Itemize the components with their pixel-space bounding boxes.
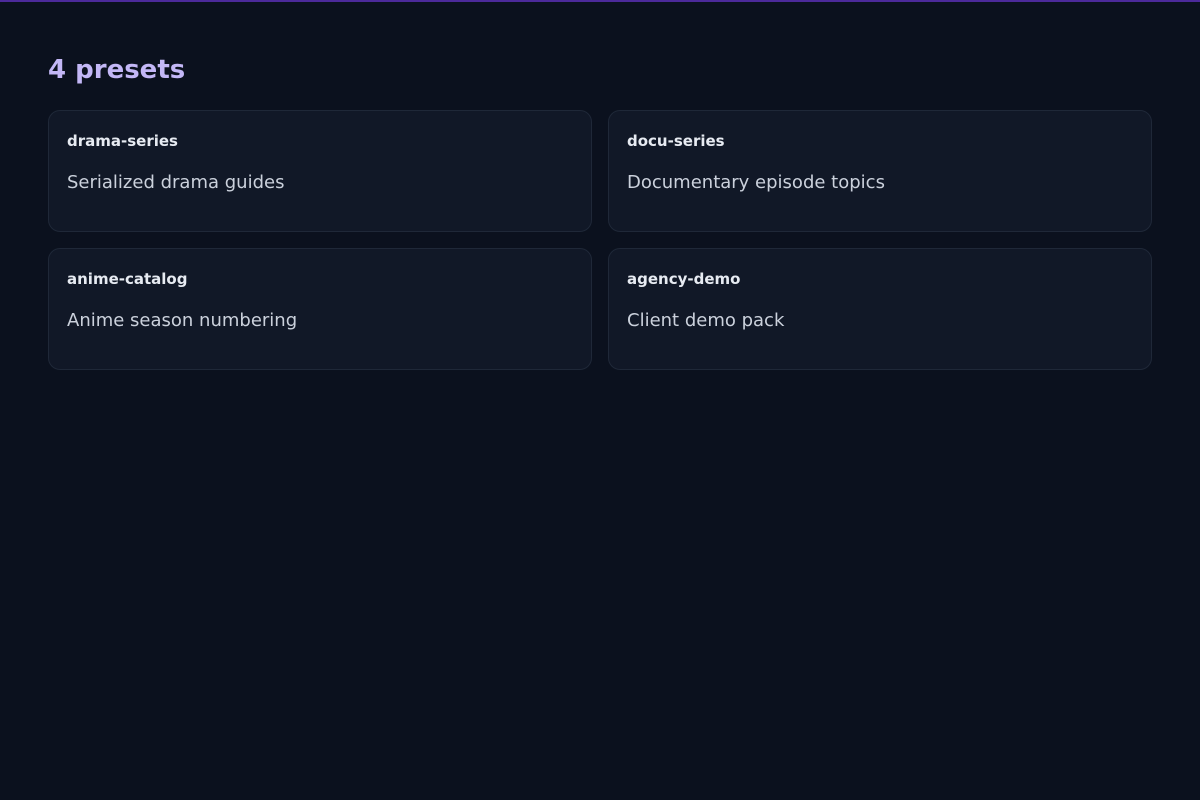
preset-card-agency-demo[interactable]: agency-demo Client demo pack xyxy=(608,248,1152,370)
preset-card-drama-series[interactable]: drama-series Serialized drama guides xyxy=(48,110,592,232)
preset-description: Serialized drama guides xyxy=(67,172,285,193)
preset-name: anime-catalog xyxy=(67,270,188,288)
preset-card-anime-catalog[interactable]: anime-catalog Anime season numbering xyxy=(48,248,592,370)
preset-card-docu-series[interactable]: docu-series Documentary episode topics xyxy=(608,110,1152,232)
preset-description: Client demo pack xyxy=(627,310,785,331)
preset-grid: drama-series Serialized drama guides doc… xyxy=(48,110,1152,370)
preset-description: Documentary episode topics xyxy=(627,172,885,193)
preset-name: drama-series xyxy=(67,132,178,150)
preset-name: agency-demo xyxy=(627,270,741,288)
preset-description: Anime season numbering xyxy=(67,310,298,331)
page-title: 4 presets xyxy=(48,55,186,85)
preset-name: docu-series xyxy=(627,132,725,150)
